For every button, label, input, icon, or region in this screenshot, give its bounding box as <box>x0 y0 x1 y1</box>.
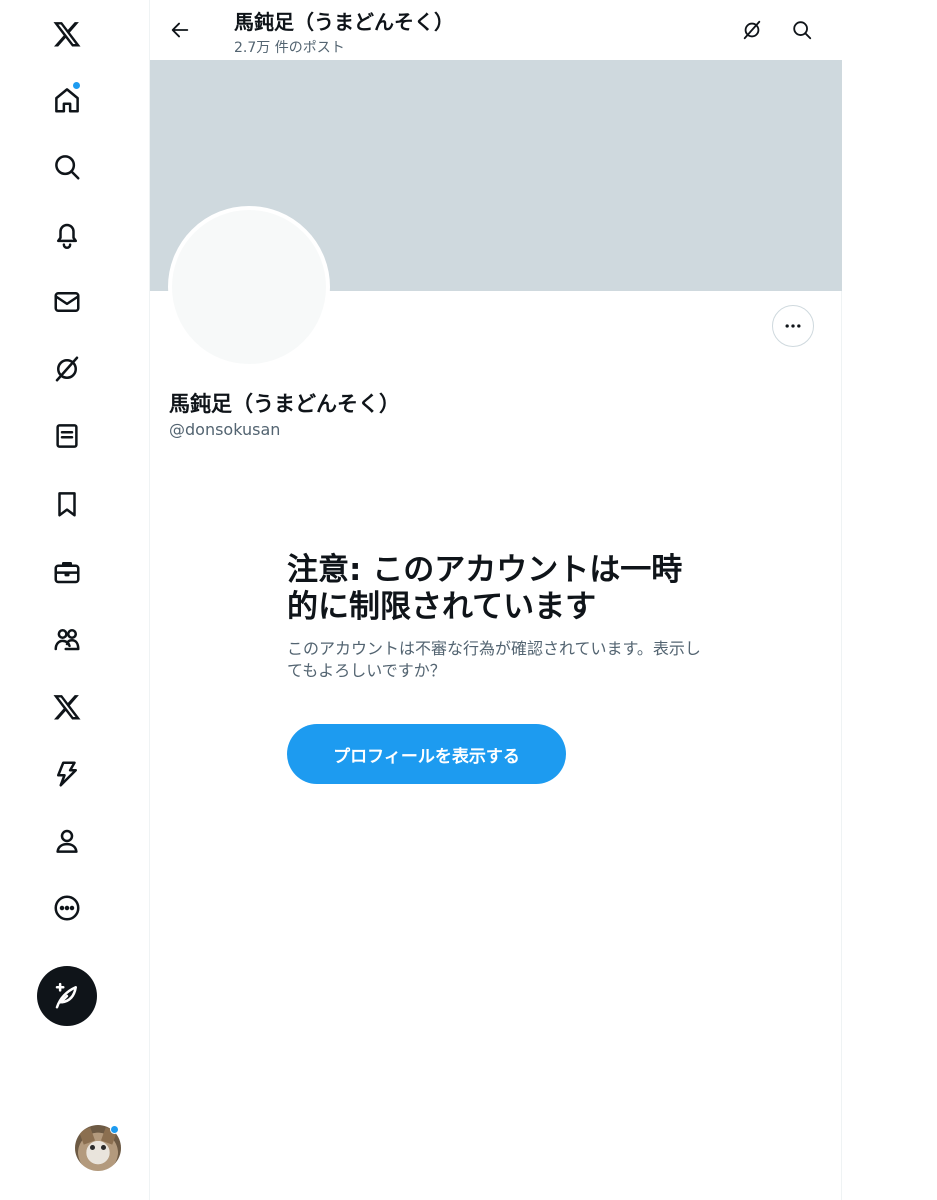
profile-header: 馬鈍足（うまどんそく） 2.7万 件のポスト <box>150 0 842 60</box>
more-circle-icon[interactable] <box>36 877 98 939</box>
arrow-left-icon <box>171 22 189 38</box>
bell-icon[interactable] <box>36 203 98 265</box>
restriction-notice: 注意: このアカウントは一時的に制限されています このアカウントは不審な行為が確… <box>287 552 707 784</box>
grok-icon <box>743 20 761 40</box>
search-icon <box>793 21 812 40</box>
post-count: 2.7万 件のポスト <box>234 40 345 56</box>
notice-title: 注意: このアカウントは一時的に制限されています <box>287 552 683 625</box>
lists-icon[interactable] <box>36 405 98 467</box>
jobs-icon[interactable] <box>36 541 98 603</box>
profile-name: 馬鈍足（うまどんそく） <box>169 392 400 416</box>
communities-icon[interactable] <box>36 608 98 670</box>
header-title: 馬鈍足（うまどんそく） <box>234 10 454 34</box>
notification-dot <box>72 81 81 90</box>
compose-button[interactable] <box>37 966 97 1026</box>
grok-button[interactable] <box>734 12 770 48</box>
premium-x-icon[interactable] <box>36 676 98 738</box>
view-profile-button[interactable]: プロフィールを表示する <box>287 724 566 784</box>
more-options-button[interactable] <box>772 305 814 347</box>
search-icon[interactable] <box>36 136 98 198</box>
profile-avatar[interactable] <box>168 206 330 368</box>
profile-column: 馬鈍足（うまどんそく） 2.7万 件のポスト 馬鈍足（うまどんそく） @dons… <box>150 0 842 1200</box>
compose-feather-icon <box>55 982 77 1009</box>
bookmark-icon[interactable] <box>36 473 98 535</box>
search-button[interactable] <box>784 12 820 48</box>
profile-handle: @donsokusan <box>169 420 281 439</box>
ellipsis-icon <box>785 324 801 328</box>
back-button[interactable] <box>162 12 198 48</box>
x-logo-icon[interactable] <box>36 3 98 65</box>
account-notification-dot <box>110 1125 119 1134</box>
verified-orgs-icon[interactable] <box>36 743 98 805</box>
grok-icon[interactable] <box>36 338 98 400</box>
profile-icon[interactable] <box>36 810 98 872</box>
mail-icon[interactable] <box>36 271 98 333</box>
home-icon[interactable] <box>36 69 98 131</box>
nav-rail <box>0 0 150 1200</box>
notice-body: このアカウントは不審な行為が確認されています。表示してもよろしいですか？ <box>287 639 701 680</box>
